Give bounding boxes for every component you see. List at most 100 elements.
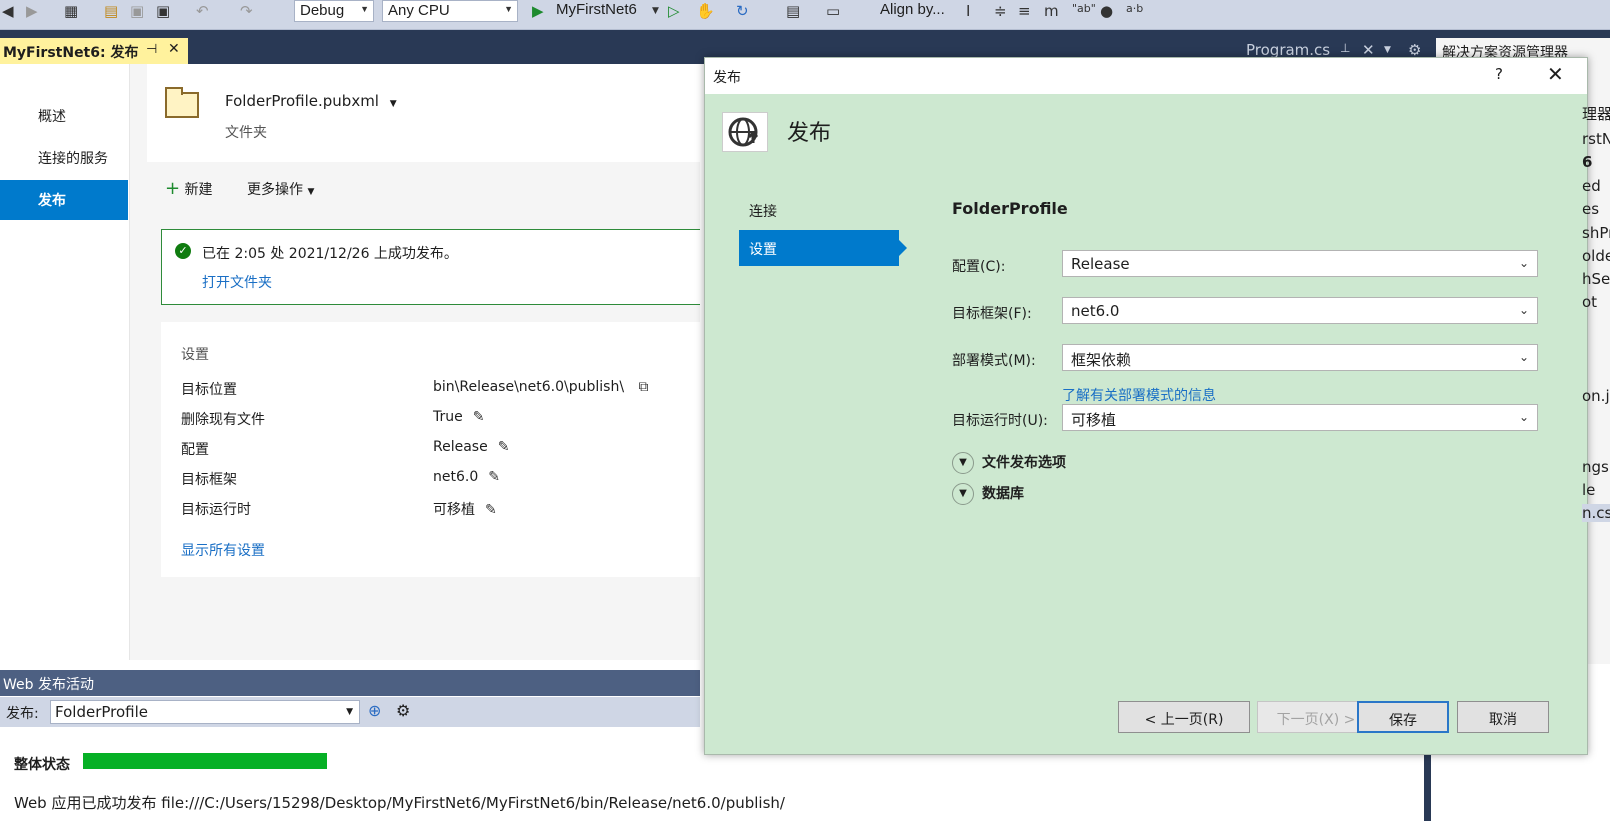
platform-combo[interactable]: Any CPU ▼ xyxy=(382,0,518,22)
solution-explorer-item[interactable]: olde xyxy=(1582,247,1610,265)
save-button[interactable]: 保存 xyxy=(1357,701,1449,733)
solution-explorer-item[interactable]: n.cs xyxy=(1582,504,1610,522)
setting-value: net6.0 xyxy=(433,469,479,485)
configuration-value: Release xyxy=(1071,255,1130,273)
previous-button[interactable]: < 上一页(R) xyxy=(1118,701,1250,733)
main-toolbar: ◀ ▶ ▦ ▤ ▣ ▣ ↶ ↷ Debug ▼ Any CPU ▼ ▶ MyFi… xyxy=(0,0,1610,30)
layout-icon[interactable]: ▭ xyxy=(826,2,840,20)
edit-icon[interactable]: ✎ xyxy=(498,439,510,455)
nav-item-connected-services[interactable]: 连接的服务 xyxy=(0,138,128,178)
copy-icon[interactable]: ⧉ xyxy=(639,379,649,395)
configuration-select[interactable]: Release ⌄ xyxy=(1062,250,1538,277)
settings-row: 配置 Release ✎ xyxy=(181,439,701,463)
chevron-down-icon: ▼ xyxy=(346,707,353,717)
nav-item-overview[interactable]: 概述 xyxy=(0,96,128,136)
new-item-icon[interactable]: ▦ xyxy=(64,2,78,20)
margin-icon[interactable]: m xyxy=(1044,2,1059,20)
new-profile-button[interactable]: + 新建 xyxy=(165,178,217,199)
activity-profile-value: FolderProfile xyxy=(55,703,148,721)
hand-icon[interactable]: ✋ xyxy=(696,2,715,20)
open-folder-link[interactable]: 打开文件夹 xyxy=(202,272,272,292)
help-button[interactable]: ? xyxy=(1495,65,1503,83)
edit-icon[interactable]: ✎ xyxy=(488,469,500,485)
step-settings[interactable]: 设置 xyxy=(739,230,907,266)
chevron-down-icon: ▼ xyxy=(504,4,513,14)
target-location-link[interactable]: bin\Release\net6.0\publish\ ⧉ xyxy=(433,379,649,395)
browse-icon[interactable]: ▤ xyxy=(786,2,800,20)
database-expander[interactable]: ▼ 数据库 xyxy=(952,483,1024,505)
settings-row: 目标框架 net6.0 ✎ xyxy=(181,469,701,493)
pin-icon[interactable]: ⊣ xyxy=(146,42,157,57)
publish-result-message: Web 应用已成功发布 file:///C:/Users/15298/Deskt… xyxy=(14,794,785,812)
show-all-settings-link[interactable]: 显示所有设置 xyxy=(181,540,701,564)
save-all-icon[interactable]: ▣ xyxy=(156,2,170,20)
chevron-down-icon[interactable]: ▼ xyxy=(1384,45,1391,55)
activity-profile-combo[interactable]: FolderProfile ▼ xyxy=(50,700,360,724)
undo-icon[interactable]: ↶ xyxy=(196,2,209,20)
open-folder-icon[interactable]: ▤ xyxy=(104,2,118,20)
text-cursor-icon[interactable]: I xyxy=(966,2,970,20)
profile-selector[interactable]: FolderProfile.pubxml ▼ xyxy=(225,92,397,110)
back-icon[interactable]: ◀ xyxy=(2,2,14,20)
globe-publish-icon xyxy=(722,112,768,152)
ab-icon[interactable]: "ab" xyxy=(1072,2,1096,15)
deployment-mode-info-link[interactable]: 了解有关部署模式的信息 xyxy=(1062,385,1216,405)
solution-explorer-item[interactable]: hSe xyxy=(1582,270,1610,288)
a-b-icon[interactable]: a·b xyxy=(1126,2,1143,15)
configuration-combo[interactable]: Debug ▼ xyxy=(294,0,374,22)
solution-explorer-item[interactable]: shPr xyxy=(1582,224,1610,242)
solution-explorer-item[interactable]: ngs xyxy=(1582,458,1609,476)
deployment-mode-select[interactable]: 框架依赖 ⌄ xyxy=(1062,344,1538,371)
globe-icon[interactable]: ⊕ xyxy=(368,701,381,720)
progress-fill xyxy=(83,753,327,769)
solution-explorer-item[interactable]: ed xyxy=(1582,177,1601,195)
solution-explorer-item[interactable]: le xyxy=(1582,481,1595,499)
equal-spacing-icon[interactable]: ≡ xyxy=(1018,2,1031,20)
redo-icon[interactable]: ↷ xyxy=(240,2,253,20)
settings-header: 设置 xyxy=(181,347,209,363)
refresh-icon[interactable]: ↻ xyxy=(736,2,749,20)
run-target-label[interactable]: MyFirstNet6 xyxy=(556,1,637,18)
align-by-label[interactable]: Align by... xyxy=(880,1,945,18)
setting-key: 目标运行时 xyxy=(181,502,251,518)
expander-label: 文件发布选项 xyxy=(982,455,1066,471)
overall-status-label: 整体状态 xyxy=(14,757,70,773)
profile-name: FolderProfile.pubxml xyxy=(225,92,379,110)
bullet-icon[interactable]: ● xyxy=(1100,2,1113,20)
chevron-down-icon: ▼ xyxy=(307,187,315,197)
close-icon[interactable]: ✕ xyxy=(168,41,180,57)
tab-label: MyFirstNet6: 发布 xyxy=(3,45,139,61)
chevron-down-icon[interactable]: ▼ xyxy=(652,6,659,16)
target-runtime-select[interactable]: 可移植 ⌄ xyxy=(1062,404,1538,431)
dialog-close-button[interactable]: ✕ xyxy=(1547,62,1564,86)
step-connect[interactable]: 连接 xyxy=(739,192,899,228)
expander-label: 数据库 xyxy=(982,486,1024,502)
more-actions-button[interactable]: 更多操作 ▼ xyxy=(247,182,314,198)
pin-icon[interactable]: ⊥ xyxy=(1340,41,1350,55)
dialog-profile-name: FolderProfile xyxy=(952,199,1068,218)
center-icon[interactable]: ≑ xyxy=(994,2,1007,20)
setting-value: True xyxy=(433,409,463,425)
chevron-down-icon: ⌄ xyxy=(1518,303,1529,317)
gear-icon[interactable]: ⚙ xyxy=(396,701,410,720)
save-icon[interactable]: ▣ xyxy=(130,2,144,20)
publish-success-banner: ✓ 已在 2:05 处 2021/12/26 上成功发布。 打开文件夹 xyxy=(161,229,700,305)
edit-icon[interactable]: ✎ xyxy=(485,502,497,518)
deployment-mode-value: 框架依赖 xyxy=(1071,351,1132,369)
solution-explorer-item[interactable]: ot xyxy=(1582,293,1597,311)
solution-explorer-item[interactable]: 6 xyxy=(1582,153,1592,171)
setting-value: Release xyxy=(433,439,488,455)
run-without-debug-icon[interactable]: ▷ xyxy=(668,2,680,20)
forward-icon[interactable]: ▶ xyxy=(26,2,38,20)
file-publish-options-expander[interactable]: ▼ 文件发布选项 xyxy=(952,452,1066,474)
target-framework-select[interactable]: net6.0 ⌄ xyxy=(1062,297,1538,324)
solution-explorer-item[interactable]: rstN xyxy=(1582,130,1610,148)
tab-publish[interactable]: MyFirstNet6: 发布 ⊣ ✕ xyxy=(0,38,188,64)
solution-explorer-item[interactable]: es xyxy=(1582,200,1599,218)
run-icon[interactable]: ▶ xyxy=(532,2,544,20)
solution-explorer-item[interactable]: 理器( xyxy=(1582,103,1610,124)
solution-explorer-item[interactable]: on.j xyxy=(1582,387,1610,405)
cancel-button[interactable]: 取消 xyxy=(1457,701,1549,733)
edit-icon[interactable]: ✎ xyxy=(473,409,485,425)
nav-item-publish[interactable]: 发布 xyxy=(0,180,128,220)
